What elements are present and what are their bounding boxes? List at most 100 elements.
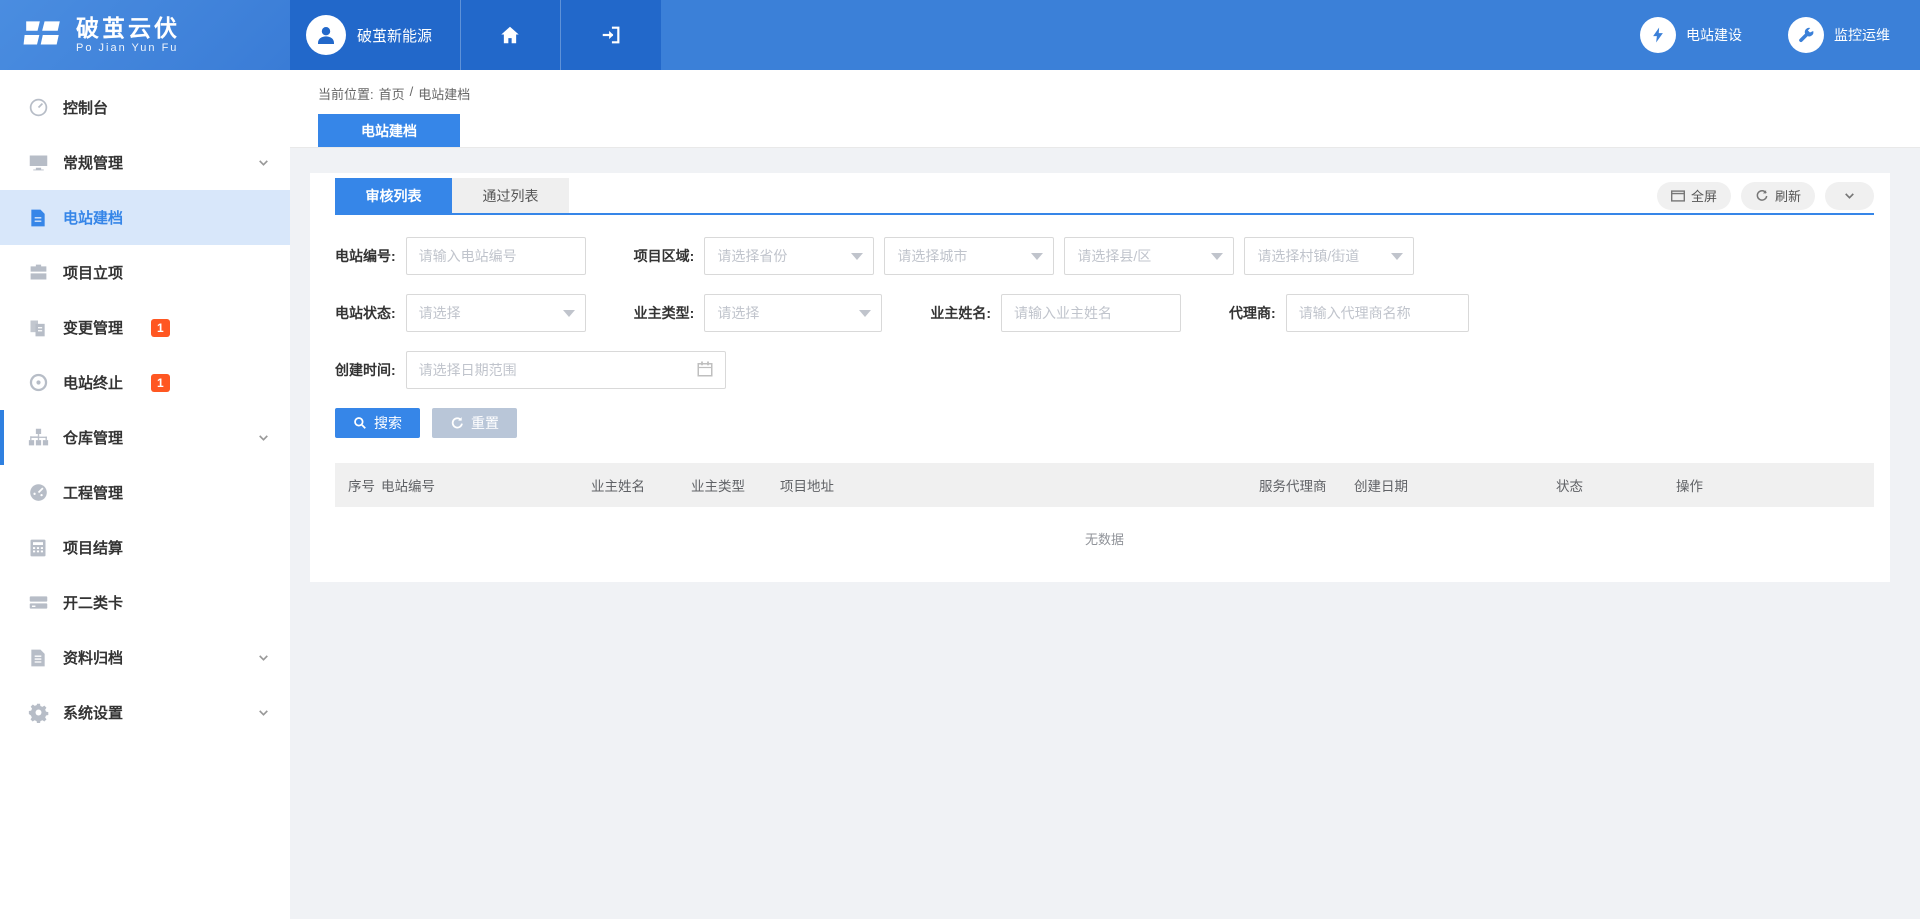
document-icon bbox=[28, 208, 48, 228]
sidebar-item-engineering-mgmt[interactable]: 工程管理 bbox=[0, 465, 290, 520]
copy-icon bbox=[28, 318, 48, 338]
station-status-select[interactable]: 请选择 bbox=[406, 294, 586, 332]
county-select[interactable]: 请选择县/区 bbox=[1064, 237, 1234, 275]
logo-title: 破茧云伏 bbox=[76, 16, 180, 40]
col-index: 序号 bbox=[348, 475, 381, 495]
logout-button[interactable] bbox=[561, 0, 661, 70]
dashboard-icon bbox=[28, 97, 49, 118]
owner-type-label: 业主类型: bbox=[634, 303, 695, 323]
col-project-address: 项目地址 bbox=[780, 475, 1259, 495]
search-button[interactable]: 搜索 bbox=[335, 408, 420, 438]
station-no-input[interactable] bbox=[406, 237, 586, 275]
caret-down-icon bbox=[851, 253, 863, 260]
logo-icon bbox=[22, 14, 64, 56]
station-no-label: 电站编号: bbox=[335, 246, 396, 266]
col-status: 状态 bbox=[1556, 475, 1676, 495]
breadcrumb: 当前位置: 首页 / 电站建档 bbox=[290, 70, 1920, 103]
status-badge: 1 bbox=[151, 319, 170, 337]
sitemap-icon bbox=[28, 427, 49, 448]
col-actions: 操作 bbox=[1676, 475, 1703, 495]
briefcase-icon bbox=[28, 262, 49, 283]
nav-monitor-ops[interactable]: 监控运维 bbox=[1788, 17, 1890, 53]
date-range-input[interactable] bbox=[406, 351, 726, 389]
col-owner-name: 业主姓名 bbox=[591, 475, 691, 495]
chevron-down-icon bbox=[257, 651, 270, 664]
sidebar-item-general-mgmt[interactable]: 常规管理 bbox=[0, 135, 290, 190]
caret-down-icon bbox=[1031, 253, 1043, 260]
content-panel: 审核列表 通过列表 全屏 刷新 bbox=[310, 173, 1890, 582]
agent-input[interactable] bbox=[1286, 294, 1469, 332]
breadcrumb-home-link[interactable]: 首页 bbox=[379, 84, 405, 103]
sidebar-item-change-mgmt[interactable]: 变更管理 1 bbox=[0, 300, 290, 355]
empty-state-text: 无数据 bbox=[335, 507, 1874, 582]
sidebar-item-project-initiation[interactable]: 项目立项 bbox=[0, 245, 290, 300]
tab-passed-list[interactable]: 通过列表 bbox=[452, 178, 569, 213]
archive-icon bbox=[28, 648, 48, 668]
station-status-label: 电站状态: bbox=[335, 303, 396, 323]
region-label: 项目区域: bbox=[634, 246, 695, 266]
reset-button[interactable]: 重置 bbox=[432, 408, 517, 438]
home-button[interactable] bbox=[461, 0, 561, 70]
refresh-button[interactable]: 刷新 bbox=[1741, 182, 1815, 210]
caret-down-icon bbox=[563, 310, 575, 317]
logo-subtitle: Po Jian Yun Fu bbox=[76, 42, 180, 54]
user-icon bbox=[314, 23, 338, 47]
app-logo: 破茧云伏 Po Jian Yun Fu bbox=[0, 0, 290, 70]
sidebar-item-station-archive[interactable]: 电站建档 bbox=[0, 190, 290, 245]
active-indicator-bar bbox=[0, 410, 4, 465]
reset-icon bbox=[450, 416, 464, 430]
province-select[interactable]: 请选择省份 bbox=[704, 237, 874, 275]
chevron-down-icon bbox=[1843, 189, 1856, 202]
breadcrumb-current: 电站建档 bbox=[418, 84, 470, 103]
sidebar-item-project-settlement[interactable]: 项目结算 bbox=[0, 520, 290, 575]
gauge-icon bbox=[28, 482, 49, 503]
chevron-down-icon bbox=[257, 706, 270, 719]
caret-down-icon bbox=[1391, 253, 1403, 260]
table-header-row: 序号 电站编号 业主姓名 业主类型 项目地址 服务代理商 创建日期 状态 操作 bbox=[335, 463, 1874, 507]
header-user-section: 破茧新能源 bbox=[290, 0, 661, 70]
col-station-no: 电站编号 bbox=[381, 475, 591, 495]
town-select[interactable]: 请选择村镇/街道 bbox=[1244, 237, 1414, 275]
fullscreen-icon bbox=[1671, 190, 1685, 202]
caret-down-icon bbox=[859, 310, 871, 317]
sidebar-item-open-class2-card[interactable]: 开二类卡 bbox=[0, 575, 290, 630]
tab-review-list[interactable]: 审核列表 bbox=[335, 178, 452, 213]
search-form: 电站编号: 项目区域: 请选择省份 请选择城市 bbox=[335, 215, 1874, 438]
user-menu[interactable]: 破茧新能源 bbox=[290, 0, 460, 70]
nav-station-build[interactable]: 电站建设 bbox=[1640, 17, 1742, 53]
city-select[interactable]: 请选择城市 bbox=[884, 237, 1054, 275]
avatar[interactable] bbox=[306, 15, 346, 55]
nav-monitor-ops-label: 监控运维 bbox=[1834, 25, 1890, 45]
calculator-icon bbox=[28, 538, 48, 558]
sidebar-item-console[interactable]: 控制台 bbox=[0, 80, 290, 135]
main-content: 当前位置: 首页 / 电站建档 电站建档 审核列表 通过列表 全屏 刷新 bbox=[290, 70, 1920, 919]
header-right-section: 电站建设 监控运维 bbox=[661, 0, 1920, 70]
page-tab-station-archive[interactable]: 电站建档 bbox=[318, 114, 460, 147]
caret-down-icon bbox=[1211, 253, 1223, 260]
fullscreen-button[interactable]: 全屏 bbox=[1657, 182, 1731, 210]
breadcrumb-strip: 当前位置: 首页 / 电站建档 电站建档 bbox=[290, 70, 1920, 148]
monitor-icon bbox=[28, 152, 49, 173]
breadcrumb-separator: / bbox=[410, 84, 414, 103]
sidebar-item-system-settings[interactable]: 系统设置 bbox=[0, 685, 290, 740]
chevron-down-icon bbox=[257, 431, 270, 444]
owner-type-select[interactable]: 请选择 bbox=[704, 294, 882, 332]
owner-name-label: 业主姓名: bbox=[930, 303, 991, 323]
wrench-icon bbox=[1797, 26, 1815, 44]
sidebar-item-data-archive[interactable]: 资料归档 bbox=[0, 630, 290, 685]
panel-tabs: 审核列表 通过列表 bbox=[335, 178, 569, 213]
chevron-down-icon bbox=[257, 156, 270, 169]
collapse-button[interactable] bbox=[1825, 182, 1874, 210]
owner-name-input[interactable] bbox=[1001, 294, 1181, 332]
top-header: 破茧云伏 Po Jian Yun Fu 破茧新能源 bbox=[0, 0, 1920, 70]
sidebar-item-station-termination[interactable]: 电站终止 1 bbox=[0, 355, 290, 410]
gear-icon bbox=[28, 702, 49, 723]
col-service-agent: 服务代理商 bbox=[1259, 475, 1354, 495]
company-name: 破茧新能源 bbox=[357, 25, 432, 46]
breadcrumb-prefix: 当前位置: bbox=[318, 84, 374, 103]
panel-toolbar: 全屏 刷新 bbox=[1657, 182, 1874, 210]
sidebar-item-warehouse-mgmt[interactable]: 仓库管理 bbox=[0, 410, 290, 465]
card-icon bbox=[28, 592, 49, 613]
stop-icon bbox=[28, 372, 49, 393]
lightning-icon bbox=[1649, 26, 1667, 44]
